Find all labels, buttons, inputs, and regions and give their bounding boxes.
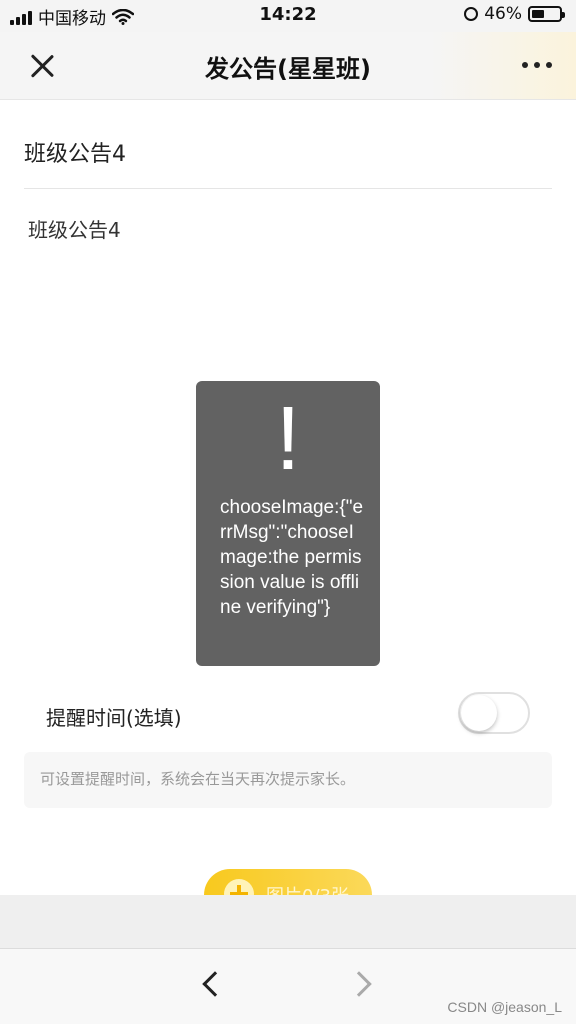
back-icon[interactable] xyxy=(202,971,228,997)
battery-percent: 46% xyxy=(484,4,522,24)
announcement-title-input[interactable]: 班级公告4 xyxy=(24,136,126,168)
hint-box: 可设置提醒时间，系统会在当天再次提示家长。 xyxy=(24,752,552,808)
announcement-body-input[interactable]: 班级公告4 xyxy=(28,214,121,243)
page-title: 发公告(星星班) xyxy=(205,55,371,83)
nav-bar: 发公告(星星班) xyxy=(0,32,576,100)
alarm-icon xyxy=(464,7,479,21)
reminder-toggle[interactable] xyxy=(458,692,530,734)
forward-icon[interactable] xyxy=(346,971,372,997)
battery-fill xyxy=(532,10,544,18)
watermark: CSDN @jeason_L xyxy=(447,999,562,1015)
exclamation-icon: ! xyxy=(275,389,301,489)
reminder-label: 提醒时间(选填) xyxy=(46,706,182,730)
status-right: 46% xyxy=(464,4,565,24)
more-icon[interactable] xyxy=(522,62,552,68)
gray-band xyxy=(0,895,576,948)
reminder-hint: 可设置提醒时间，系统会在当天再次提示家长。 xyxy=(40,770,356,788)
reminder-section: 提醒时间(选填) 可设置提醒时间，系统会在当天再次提示家长。 xyxy=(0,656,576,816)
bottom-toolbar: CSDN @jeason_L xyxy=(0,948,576,1024)
battery-icon xyxy=(528,6,565,22)
toast-message: chooseImage:{"errMsg":"chooseImage:the p… xyxy=(220,497,364,618)
toggle-knob xyxy=(461,695,497,731)
status-bar: 中国移动 14:22 46% xyxy=(0,0,576,32)
error-toast: ! chooseImage:{"errMsg":"chooseImage:the… xyxy=(196,381,380,666)
divider xyxy=(24,188,552,189)
